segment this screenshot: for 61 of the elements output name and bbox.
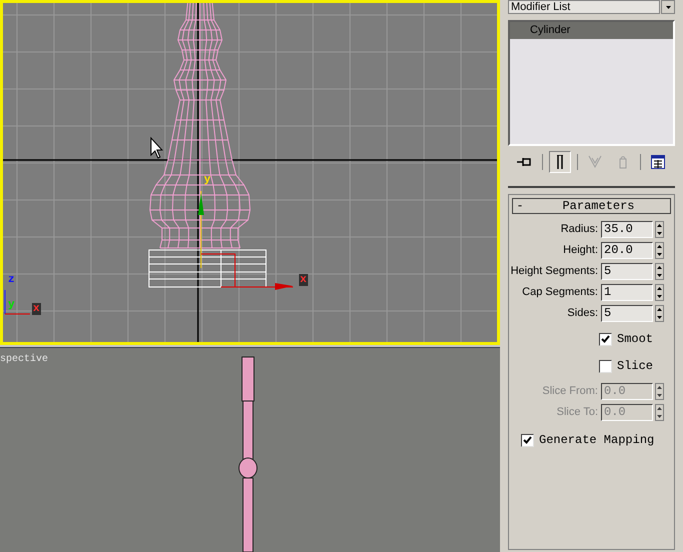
axis-label: y <box>8 300 15 311</box>
axis-label: y <box>204 175 211 186</box>
field-label: Height: <box>563 243 598 258</box>
pin-icon <box>517 157 533 167</box>
rollout-header[interactable]: - Parameters <box>512 198 671 214</box>
number-field[interactable]: 5 <box>601 305 653 322</box>
checkbox-label: Generate Mapping <box>539 432 654 449</box>
arrow-up-icon <box>657 224 662 228</box>
checkbox-label: Slice <box>617 358 654 375</box>
check-icon <box>523 436 532 444</box>
checkbox-label: Smoot <box>617 331 654 348</box>
number-field[interactable]: 20.0 <box>601 242 653 259</box>
spinner-button[interactable] <box>655 305 664 322</box>
checkbox[interactable] <box>521 434 534 446</box>
arrow-up-icon <box>657 287 662 290</box>
axis-label: x <box>32 303 41 315</box>
spinner-button[interactable] <box>655 221 664 238</box>
arrow-down-icon <box>657 394 662 397</box>
arrow-up-icon <box>657 245 662 248</box>
arrow-down-icon <box>657 274 662 277</box>
stack-item[interactable]: Cylinder <box>510 22 673 39</box>
field-label: Sides: <box>567 306 598 322</box>
arrow-up-icon <box>657 386 662 390</box>
dropdown-button[interactable] <box>661 0 675 14</box>
field-label: Cap Segments: <box>522 285 598 300</box>
arrow-down-icon <box>657 316 662 319</box>
viewport-label: spective <box>0 352 48 367</box>
arrow-down-icon <box>657 294 662 298</box>
checkbox[interactable] <box>599 332 612 346</box>
arrow-down-icon <box>657 252 662 256</box>
checkbox[interactable] <box>599 360 612 372</box>
arrow-up-icon <box>657 407 662 410</box>
field-label: Slice From: <box>542 384 598 400</box>
arrow-down-icon <box>657 414 662 418</box>
collapse-toggle[interactable]: - <box>513 197 527 215</box>
caret-icon <box>666 6 670 8</box>
field-label: Height Segments: <box>510 264 598 280</box>
bar-icon <box>556 155 564 169</box>
axis-tripod-drawing <box>4 290 30 314</box>
spinner-button[interactable] <box>655 284 664 301</box>
arrow-down-icon <box>657 232 662 235</box>
field-label: Radius: <box>560 222 598 238</box>
spinner-button[interactable] <box>655 404 664 421</box>
number-field[interactable]: 5 <box>601 263 653 280</box>
top-viewport[interactable]: y z x y x <box>0 0 500 345</box>
field-label: Slice To: <box>556 405 598 420</box>
spinner-button[interactable] <box>655 242 664 259</box>
cursor-icon <box>150 136 164 159</box>
rollout-title: Parameters <box>561 198 636 215</box>
number-field[interactable]: 35.0 <box>601 221 653 238</box>
spinner-button[interactable] <box>655 383 664 400</box>
spinner-button[interactable] <box>655 263 664 280</box>
arrow-up-icon <box>657 308 662 312</box>
axis-label: z <box>8 275 15 286</box>
number-field[interactable]: 1 <box>601 284 653 301</box>
trash-icon <box>618 155 628 169</box>
check-icon <box>601 335 610 343</box>
modifier-list-dropdown[interactable]: Modifier List <box>508 0 660 14</box>
table-icon <box>651 155 665 169</box>
axis-label: x <box>299 274 308 286</box>
arrow-up-icon <box>657 266 662 270</box>
